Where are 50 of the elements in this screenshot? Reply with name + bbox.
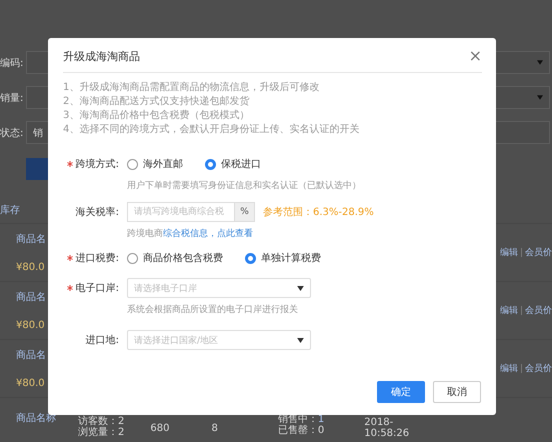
date-text: 2018- bbox=[364, 417, 394, 428]
product-price: ¥80.0 bbox=[16, 262, 46, 273]
notice-text: 2、海淘商品配送方式仅支持快递包邮发货 bbox=[63, 95, 250, 108]
on-sale-count[interactable]: 1 bbox=[318, 414, 324, 425]
tax-info-link[interactable]: 综合税信息，点此查看 bbox=[163, 229, 253, 239]
form-label: 电子口岸: bbox=[76, 282, 119, 295]
filter-label: 销量: bbox=[0, 92, 24, 104]
radio-option[interactable]: 商品价格包含税费 bbox=[127, 251, 223, 265]
hint-text: 用户下单时需要填写身份证信息和实名认证（已默认选中） bbox=[127, 180, 362, 192]
radio-option[interactable]: 单独计算税费 bbox=[245, 251, 321, 265]
dialog-title: 升级成海淘商品 bbox=[63, 48, 140, 64]
member-price-link[interactable]: 会员价 bbox=[525, 304, 552, 317]
form-label: 海关税率: bbox=[76, 206, 119, 219]
caret-icon bbox=[297, 338, 304, 342]
edit-link[interactable]: 编辑 bbox=[500, 362, 518, 375]
product-name-link[interactable]: 商品名 bbox=[16, 348, 46, 362]
product-name-link[interactable]: 商品名 bbox=[16, 232, 46, 246]
table-cell-text: 8 bbox=[211, 423, 218, 436]
percent-addon: % bbox=[235, 202, 255, 222]
view-count: 浏览量：2 bbox=[78, 427, 124, 438]
form-label: 进口地: bbox=[86, 334, 119, 347]
member-price-link[interactable]: 会员价 bbox=[525, 362, 552, 375]
close-button[interactable]: × bbox=[468, 48, 482, 64]
cancel-button[interactable]: 取消 bbox=[433, 381, 481, 403]
reference-range: 参考范围：6.3%-28.9% bbox=[263, 206, 374, 219]
caret-icon bbox=[297, 286, 304, 290]
form-label: 进口税费: bbox=[76, 252, 119, 265]
product-price: ¥80.0 bbox=[16, 320, 46, 331]
radio-option[interactable]: 保税进口 bbox=[205, 157, 261, 171]
table-cell-text: 680 bbox=[150, 423, 170, 436]
filter-label: 状态: bbox=[0, 126, 24, 140]
edit-link[interactable]: 编辑 bbox=[500, 246, 518, 259]
confirm-button[interactable]: 确定 bbox=[377, 381, 425, 403]
edit-link[interactable]: 编辑 bbox=[500, 304, 518, 317]
column-header: 库存 bbox=[0, 204, 20, 217]
product-name-link[interactable]: 商品名 bbox=[16, 290, 46, 304]
visitor-count: 访客数：2 bbox=[78, 416, 124, 427]
hint-text: 系统会根据商品所设置的电子口岸进行报关 bbox=[127, 304, 299, 316]
hint-text: 跨境电商综合税信息，点此查看 bbox=[127, 228, 254, 240]
notice-text: 4、选择不同的跨境方式，会默认开启身份证上传、实名认证的开关 bbox=[63, 123, 360, 136]
product-price: ¥80.0 bbox=[16, 378, 46, 389]
notice-text: 1、升级成海淘商品需配置商品的物流信息，升级后可修改 bbox=[63, 81, 320, 94]
member-price-link[interactable]: 会员价 bbox=[525, 246, 552, 259]
radio-option[interactable]: 海外直邮 bbox=[127, 157, 183, 171]
sold-out-count: 已售罄：0 bbox=[278, 425, 324, 436]
notice-text: 3、海淘商品价格中包含税费（包税模式） bbox=[63, 109, 250, 122]
filter-label: 编码: bbox=[0, 56, 24, 70]
form-label: 跨境方式: bbox=[76, 158, 119, 171]
tax-rate-field[interactable]: 请填写跨境电商综合税 bbox=[127, 202, 235, 222]
time-text: 10:58:26 bbox=[364, 428, 410, 439]
